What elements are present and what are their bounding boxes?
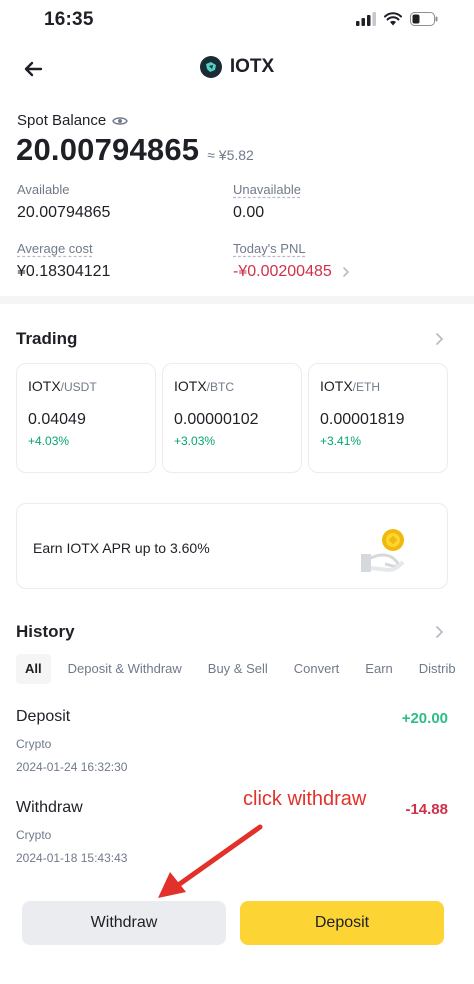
filter-tab-all[interactable]: All [16, 654, 51, 684]
pair-quote: /BTC [206, 380, 235, 394]
pair-price: 0.00001819 [320, 411, 405, 428]
unavailable-label[interactable]: Unavailable [233, 182, 301, 197]
pair-base: IOTX [174, 378, 207, 394]
available-value: 20.00794865 [17, 204, 111, 221]
trading-chevron-right-icon[interactable] [434, 332, 444, 346]
battery-icon [410, 12, 438, 26]
status-bar: 16:35 [0, 0, 474, 44]
pair-quote: /ETH [352, 380, 381, 394]
filter-tab-deposit-withdraw[interactable]: Deposit & Withdraw [59, 654, 191, 684]
history-item-subtype: Crypto [16, 737, 52, 751]
todays-pnl-stat[interactable]: Today's PNL -¥0.00200485 [233, 241, 350, 281]
iotx-logo-icon [199, 56, 222, 78]
pair-change: +3.41% [320, 434, 362, 448]
cellular-signal-icon [356, 12, 376, 26]
average-cost-label[interactable]: Average cost [17, 241, 110, 256]
history-filter-tabs: All Deposit & Withdraw Buy & Sell Conver… [16, 654, 473, 684]
trading-title: Trading [16, 329, 78, 348]
annotation-text: click withdraw [243, 788, 367, 810]
average-cost-value: ¥0.18304121 [17, 263, 111, 280]
annotation-arrow-icon [158, 824, 263, 898]
history-item-date: 2024-01-24 16:32:30 [16, 760, 128, 774]
earn-promo-card[interactable]: Earn IOTX APR up to 3.60% [16, 503, 448, 589]
pair-quote: /USDT [60, 380, 97, 394]
pair-base: IOTX [28, 378, 61, 394]
pair-name: IOTX/BTC [174, 378, 301, 394]
history-title: History [16, 622, 75, 641]
spot-balance-label: Spot Balance [17, 112, 129, 129]
trading-pair-card-btc[interactable]: IOTX/BTC 0.00000102 +3.03% [162, 363, 302, 473]
coin-title: IOTX [0, 56, 474, 78]
filter-tab-distribution[interactable]: Distrib [410, 654, 465, 684]
pair-name: IOTX/USDT [28, 378, 155, 394]
trading-pair-card-eth[interactable]: IOTX/ETH 0.00001819 +3.41% [308, 363, 448, 473]
withdraw-button[interactable]: Withdraw [22, 901, 226, 945]
deposit-button[interactable]: Deposit [240, 901, 444, 945]
history-item-type: Deposit [16, 708, 71, 725]
unavailable-value: 0.00 [233, 204, 265, 221]
filter-tab-buy-sell[interactable]: Buy & Sell [199, 654, 277, 684]
available-stat: Available 20.00794865 [17, 182, 110, 222]
history-item-deposit[interactable]: Deposit Crypto 2024-01-24 16:32:30 +20.0… [16, 708, 448, 774]
spot-balance-label-text: Spot Balance [17, 112, 107, 129]
wifi-icon [384, 12, 402, 26]
trading-pair-card-usdt[interactable]: IOTX/USDT 0.04049 +4.03% [16, 363, 156, 473]
pair-price: 0.04049 [28, 411, 86, 428]
header: IOTX [0, 50, 474, 90]
balance-fiat: ≈ ¥5.82 [207, 147, 254, 163]
unavailable-stat[interactable]: Unavailable 0.00 [233, 182, 301, 222]
todays-pnl-row[interactable]: -¥0.00200485 [233, 263, 350, 281]
eye-icon[interactable] [112, 115, 129, 127]
earn-coin-hand-icon [361, 529, 405, 573]
history-item-amount: +20.00 [401, 710, 448, 727]
pair-change: +4.03% [28, 434, 70, 448]
pair-price: 0.00000102 [174, 411, 259, 428]
section-divider [0, 296, 474, 304]
pair-name: IOTX/ETH [320, 378, 447, 394]
history-item-amount: -14.88 [405, 801, 448, 818]
available-label: Available [17, 182, 70, 197]
pair-change: +3.03% [174, 434, 216, 448]
todays-pnl-value: -¥0.00200485 [233, 263, 332, 280]
pair-base: IOTX [320, 378, 353, 394]
todays-pnl-label[interactable]: Today's PNL [233, 241, 350, 256]
filter-tab-earn[interactable]: Earn [356, 654, 401, 684]
coin-name: IOTX [229, 56, 275, 77]
history-item-type: Withdraw [16, 799, 83, 816]
history-chevron-right-icon[interactable] [434, 625, 444, 639]
average-cost-stat[interactable]: Average cost ¥0.18304121 [17, 241, 110, 281]
filter-tab-convert[interactable]: Convert [285, 654, 349, 684]
balance-row: 20.00794865 ≈ ¥5.82 [16, 132, 254, 168]
status-icons [356, 12, 438, 26]
status-time: 16:35 [44, 9, 94, 30]
earn-promo-text: Earn IOTX APR up to 3.60% [33, 540, 210, 556]
balance-value: 20.00794865 [16, 132, 200, 167]
chevron-right-icon [342, 267, 349, 277]
